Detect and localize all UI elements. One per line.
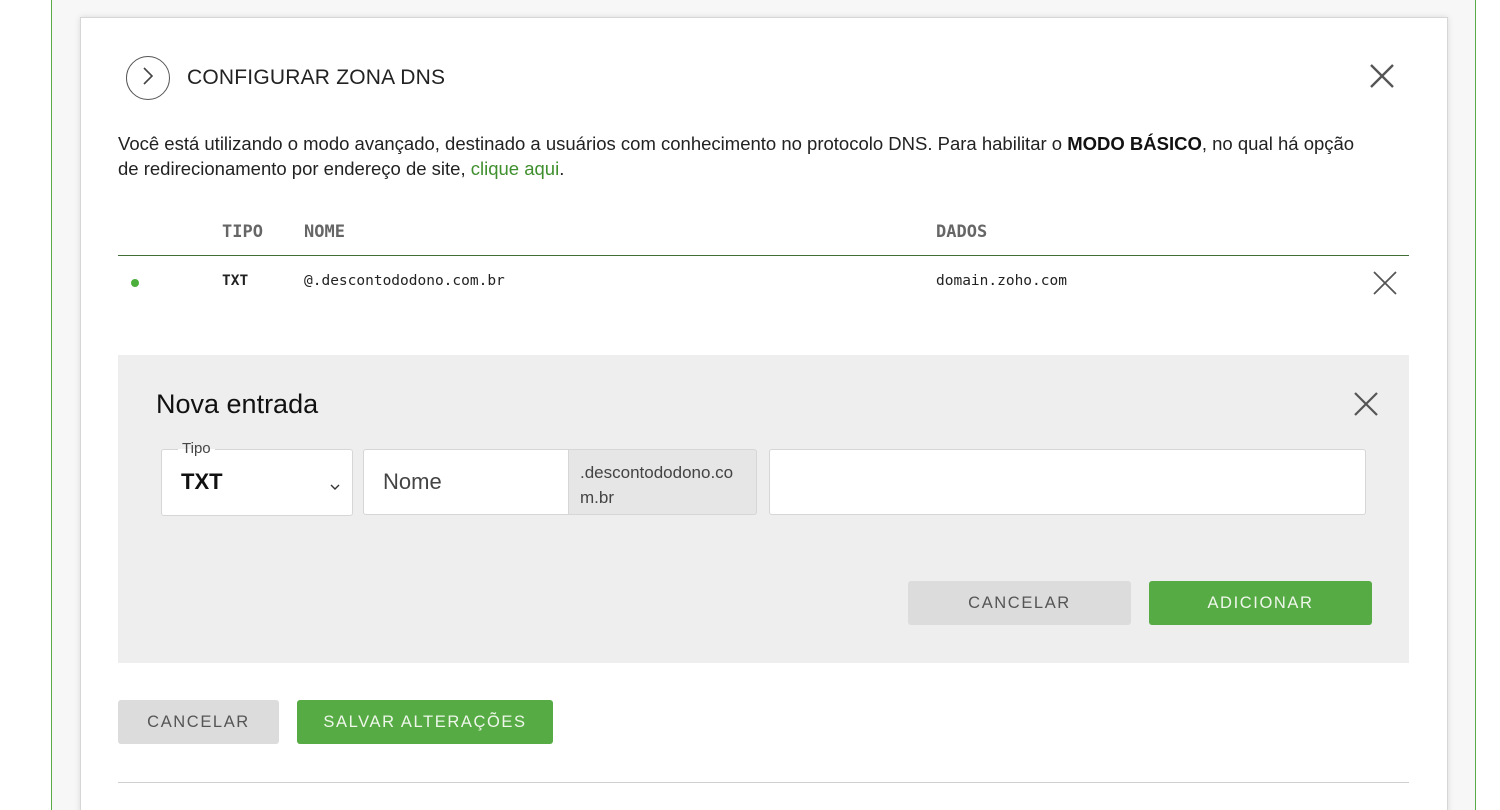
row-nome: @.descontododono.com.br — [304, 273, 505, 289]
collapse-toggle-button[interactable] — [126, 56, 170, 100]
advanced-mode-notice: Você está utilizando o modo avançado, de… — [118, 131, 1378, 181]
name-field — [363, 449, 569, 515]
status-dot — [131, 279, 139, 287]
modal-title: CONFIGURAR ZONA DNS — [187, 66, 446, 89]
close-icon — [1354, 392, 1378, 416]
notice-text-end: . — [559, 158, 565, 179]
row-dados: domain.zoho.com — [936, 273, 1067, 289]
new-entry-panel: Nova entrada Tipo TXT .descontododono.co… — [118, 355, 1409, 663]
type-select[interactable]: Tipo TXT — [161, 441, 353, 516]
chevron-down-icon — [330, 478, 340, 496]
close-icon — [1370, 64, 1394, 88]
save-changes-button[interactable]: SALVAR ALTERAÇÕES — [297, 700, 553, 744]
new-entry-close-button[interactable] — [1354, 392, 1378, 416]
divider — [118, 782, 1409, 783]
new-entry-title: Nova entrada — [156, 389, 319, 419]
dns-table-header: TIPO NOME DADOS — [118, 222, 1409, 256]
cancel-button[interactable]: CANCELAR — [118, 700, 279, 744]
chevron-right-icon — [141, 66, 155, 91]
column-header-nome[interactable]: NOME — [304, 222, 345, 242]
type-selected-value: TXT — [181, 469, 223, 494]
name-input[interactable] — [364, 450, 568, 514]
notice-text: Você está utilizando o modo avançado, de… — [118, 133, 1068, 154]
domain-suffix: .descontododono.com.br — [569, 449, 757, 515]
delete-record-button[interactable] — [1373, 271, 1397, 295]
data-input[interactable] — [770, 450, 1365, 514]
row-tipo: TXT — [222, 273, 249, 289]
table-row: TXT @.descontododono.com.br domain.zoho.… — [118, 256, 1409, 308]
column-header-dados[interactable]: DADOS — [936, 222, 987, 242]
new-entry-cancel-button[interactable]: CANCELAR — [908, 581, 1131, 625]
add-entry-button[interactable]: ADICIONAR — [1149, 581, 1372, 625]
modal-close-button[interactable] — [1370, 64, 1394, 88]
close-icon — [1373, 271, 1397, 295]
column-header-tipo[interactable]: TIPO — [222, 222, 263, 242]
basic-mode-label: MODO BÁSICO — [1067, 133, 1202, 154]
basic-mode-link[interactable]: clique aqui — [471, 158, 559, 179]
type-field-label: Tipo — [178, 441, 215, 457]
data-field — [769, 449, 1366, 515]
